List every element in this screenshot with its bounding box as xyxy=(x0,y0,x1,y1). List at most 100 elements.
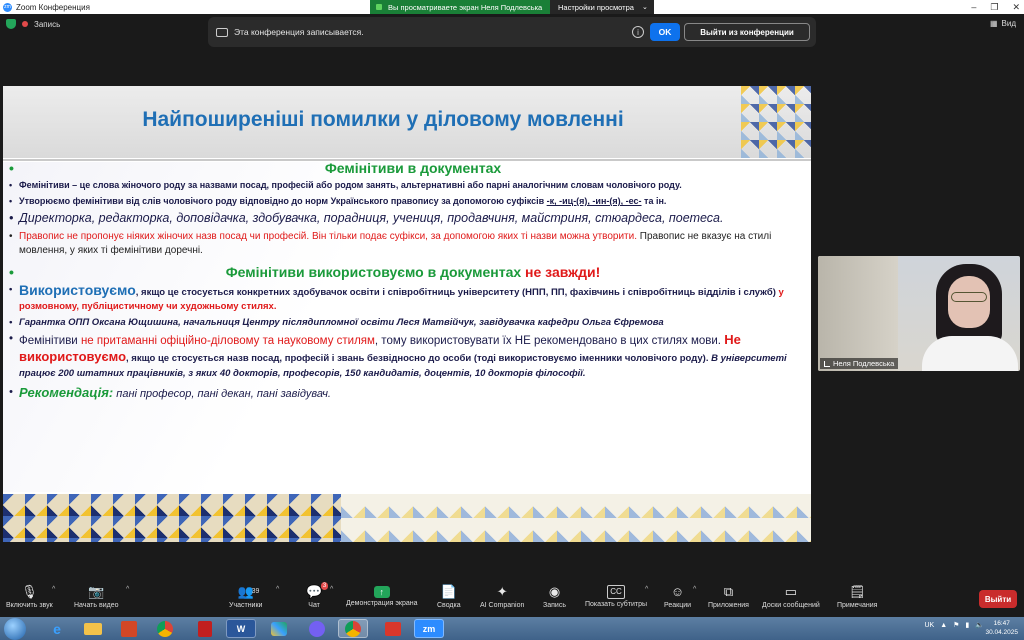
taskbar-chrome-icon[interactable] xyxy=(150,619,180,638)
participants-icon: 👥 39 xyxy=(237,584,260,599)
shield-icon xyxy=(6,19,16,29)
footer-ornament-right xyxy=(341,494,811,542)
recording-notice: Эта конференция записывается. i OK Выйти… xyxy=(208,17,816,47)
participant-shirt xyxy=(922,336,1018,371)
signal-bars-icon xyxy=(824,360,830,367)
recording-label: Запись xyxy=(34,19,61,29)
clock-date: 30.04.2025 xyxy=(985,629,1018,636)
video-off-icon: 📷 xyxy=(88,584,105,599)
participants-label: Участники xyxy=(229,602,263,609)
background-shelf xyxy=(818,256,898,371)
network-icon[interactable]: ▮ xyxy=(965,621,969,629)
whiteboards-button[interactable]: ▭ Доски сообщений xyxy=(762,584,820,609)
captions-button[interactable]: CC Показать субтитры xyxy=(585,584,647,608)
audio-options-chevron[interactable]: ^ xyxy=(52,586,55,593)
language-indicator[interactable]: UK xyxy=(924,622,934,629)
captions-options-chevron[interactable]: ^ xyxy=(645,586,648,593)
screen-share-banner: Вы просматриваете экран Неля Подлевська xyxy=(370,0,550,14)
windows-taskbar: e W zm UK ▲ ⚑ ▮ 🔈 16:47 30.04.2025 xyxy=(0,617,1024,640)
suffixes-text: Утворюємо фемінітиви від слів чоловічого… xyxy=(19,196,547,206)
info-icon[interactable]: i xyxy=(632,26,644,38)
minimize-button[interactable]: – xyxy=(971,2,976,12)
chat-options-chevron[interactable]: ^ xyxy=(330,586,333,593)
reactions-options-chevron[interactable]: ^ xyxy=(693,586,696,593)
ai-companion-button[interactable]: ✦ AI Companion xyxy=(480,584,524,609)
apps-icon: ⧉ xyxy=(723,584,734,599)
captions-label: Показать субтитры xyxy=(585,601,648,608)
start-video-label: Начать видео xyxy=(74,602,119,609)
not-use-b: , тому використовувати їх НЕ рекомендова… xyxy=(374,335,725,347)
leave-button[interactable]: Выйти xyxy=(979,590,1017,608)
meeting-toolbar: 🎙 Включить звук ^ 📷 Начать видео ^ 👥 39 У… xyxy=(0,582,1024,616)
tray-arrow-icon[interactable]: ▲ xyxy=(940,622,947,629)
microphone-muted-icon: 🎙 xyxy=(21,584,38,599)
volume-icon[interactable]: 🔈 xyxy=(975,621,984,629)
start-video-button[interactable]: 📷 Начать видео xyxy=(74,584,118,609)
apps-button[interactable]: ⧉ Приложения xyxy=(708,584,749,609)
taskbar-viber-icon[interactable] xyxy=(302,619,332,638)
whiteboard-icon: ▭ xyxy=(784,584,798,599)
chevron-down-icon: ⌄ xyxy=(641,4,648,11)
taskbar-ie-icon[interactable]: e xyxy=(42,619,72,638)
maximize-button[interactable]: ❐ xyxy=(990,2,998,13)
paragraph-example-names: Гарантка ОПП Оксана Ющишина, начальниця … xyxy=(9,317,807,329)
taskbar-pdf-icon[interactable] xyxy=(190,619,220,638)
start-button[interactable] xyxy=(4,618,26,640)
paragraph-not-use: Фемінітиви не притаманні офіційно-ділово… xyxy=(9,332,807,381)
taskbar-chrome2-icon[interactable] xyxy=(338,619,368,638)
taskbar-photo-icon[interactable] xyxy=(378,619,408,638)
participant-face xyxy=(948,276,990,328)
view-settings-menu[interactable]: Настройки просмотра ⌄ xyxy=(550,0,654,14)
taskbar-folder-icon[interactable] xyxy=(78,619,108,638)
suffixes-end: та ін. xyxy=(641,196,667,206)
chat-badge: 3 xyxy=(320,582,329,590)
not-use-c: , якщо це стосується назв посад, професі… xyxy=(126,353,712,364)
participants-button[interactable]: 👥 39 Участники xyxy=(229,584,262,609)
unmute-button[interactable]: 🎙 Включить звук xyxy=(6,584,53,609)
grid-icon: ▦ xyxy=(989,19,998,28)
taskbar-powerpoint-icon[interactable] xyxy=(114,619,144,638)
not-use-a: Фемінітиви xyxy=(19,335,81,347)
chat-button[interactable]: 💬 3 Чат xyxy=(306,582,329,609)
share-screen-button[interactable]: ↑ Демонстрация экрана xyxy=(346,584,418,607)
slide-content: Фемінітиви в документах Фемінітиви – це … xyxy=(9,160,807,402)
participant-video-tile[interactable]: Неля Подлевська xyxy=(818,256,1020,371)
participants-options-chevron[interactable]: ^ xyxy=(276,586,279,593)
participants-count: 39 xyxy=(251,588,260,595)
heading-not-always-a: Фемінітиви використовуємо в документах xyxy=(225,264,526,280)
ai-companion-label: AI Companion xyxy=(480,602,525,609)
not-use-red: не притаманні офіційно-діловому та науко… xyxy=(80,335,375,347)
paragraph-rules: Правопис не пропонує ніяких жіночих назв… xyxy=(9,230,807,258)
taskbar-zoom-icon[interactable]: zm xyxy=(414,619,444,638)
heading-not-always-b: не завжди! xyxy=(525,264,601,280)
recording-notice-text: Эта конференция записывается. xyxy=(234,27,364,37)
recommendation-text: пані професор, пані декан, пані завідува… xyxy=(113,388,331,400)
record-button[interactable]: ◉ Запись xyxy=(543,584,566,609)
notes-label: Примечания xyxy=(837,602,878,609)
recording-indicator[interactable]: Запись xyxy=(6,19,60,29)
record-dot-icon xyxy=(22,21,28,27)
record-label: Запись xyxy=(543,602,566,609)
paragraph-recommendation: Рекомендація: пані професор, пані декан,… xyxy=(9,385,807,402)
taskbar-word-icon[interactable]: W xyxy=(226,619,256,638)
rules-red-text: Правопис не пропонує ніяких жіночих назв… xyxy=(19,231,638,242)
video-options-chevron[interactable]: ^ xyxy=(126,586,129,593)
slide-title: Найпоширеніші помилки у діловому мовленн… xyxy=(142,108,624,131)
taskbar-paint-icon[interactable] xyxy=(264,619,294,638)
view-toggle-button[interactable]: ▦ Вид xyxy=(990,19,1016,28)
recording-icon xyxy=(216,27,228,37)
summary-button[interactable]: 📄 Сводка xyxy=(437,584,461,609)
leave-meeting-button[interactable]: Выйти из конференции xyxy=(684,23,810,41)
use-text: , якщо це стосується конкретних здобувач… xyxy=(135,287,779,298)
reactions-button[interactable]: ☺ Реакции xyxy=(664,584,691,609)
whiteboards-label: Доски сообщений xyxy=(762,602,820,609)
notes-button[interactable]: 🗒 Примечания xyxy=(837,584,877,609)
taskbar-clock[interactable]: 16:47 30.04.2025 xyxy=(985,619,1018,637)
reactions-label: Реакции xyxy=(664,602,692,609)
flag-icon[interactable]: ⚑ xyxy=(953,621,959,629)
ok-button[interactable]: OK xyxy=(650,23,680,41)
paragraph-definition: Фемінітиви – це слова жіночого роду за н… xyxy=(9,179,807,192)
close-button[interactable]: ✕ xyxy=(1012,2,1020,13)
paragraph-suffixes: Утворюємо фемінітиви від слів чоловічого… xyxy=(9,195,807,208)
participant-name: Неля Подлевська xyxy=(833,359,895,368)
